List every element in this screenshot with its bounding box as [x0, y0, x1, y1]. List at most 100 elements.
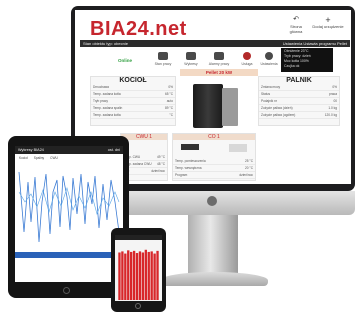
- tablet-home-button[interactable]: [63, 287, 70, 294]
- row-label: Temp. wewnętrzna: [175, 166, 202, 170]
- tablet-line-chart: [15, 162, 123, 262]
- row-value: dzień/noc: [151, 169, 165, 173]
- phone-bar: [141, 252, 145, 300]
- boiler-panel: KOCIOŁ Dmuchawa 0% Temp. zadana kotła 65 °…: [90, 76, 176, 126]
- back-arrow-icon: ↶: [293, 16, 299, 23]
- row-value: 49 °C: [156, 155, 165, 159]
- apple-logo-icon: [207, 196, 217, 206]
- row-value: 120.0 kg: [324, 113, 337, 117]
- info-line: Czujka ok: [284, 64, 300, 68]
- tile-label: Stan pracy: [154, 62, 172, 66]
- tile-work-state[interactable]: Stan pracy: [150, 50, 176, 70]
- row-label: Zużycie paliwa (dzień): [261, 106, 293, 110]
- boiler-row: Temp. zadana kotła 65 °C: [91, 91, 175, 98]
- row-value: praca: [329, 92, 337, 96]
- row-label: Tryb pracy: [93, 99, 108, 103]
- brand-logo: BIA24.net: [90, 18, 187, 40]
- row-value: 89 °C: [164, 106, 173, 110]
- row-label: Temp. pomieszczenia: [175, 159, 206, 163]
- add-device-button[interactable]: + Dodaj urządzenie: [312, 15, 344, 30]
- tablet-header-right: ost. dni: [107, 148, 120, 152]
- info-box: Obniżenie 23°C Tryb pracy: dzień Moc kot…: [281, 48, 333, 72]
- phone-bar: [153, 253, 156, 300]
- row-value: 0%: [332, 85, 337, 89]
- tile-label: Alarmy pracy: [208, 62, 230, 66]
- row-label: Dmuchawa: [93, 85, 109, 89]
- monitor-stand-neck: [188, 215, 238, 273]
- co-row: Temp. pomieszczenia 25 °C: [173, 158, 255, 165]
- flame-icon: [158, 52, 168, 60]
- tablet-screen: Wykresy BIA24 ost. dni Kocioł Spaliny CW…: [15, 146, 123, 282]
- legend-item: Spaliny: [33, 156, 45, 160]
- legend-item: CWU: [50, 156, 58, 160]
- row-value: 48 °C: [156, 162, 165, 166]
- radiator-icon: [229, 144, 247, 152]
- tile-label: Wykresy: [184, 62, 198, 66]
- phone-bar: [150, 251, 153, 300]
- monitor-stand-foot: [160, 272, 268, 286]
- co-row: Temp. wewnętrzna 20 °C: [173, 165, 255, 172]
- tablet-header-left: Wykresy BIA24: [18, 148, 44, 152]
- plus-icon: +: [325, 15, 331, 25]
- boiler-row: Temp. zadana spalin 89 °C: [91, 105, 175, 112]
- chart-bg: [15, 162, 123, 262]
- status-bar-left: Stan obiektu typ: obecnie: [83, 41, 128, 46]
- row-label: Podajnik nr: [261, 99, 277, 103]
- row-value: 0%: [168, 85, 173, 89]
- co-panel: CO 1 Temp. pomieszczenia 25 °C Temp. wewn…: [172, 133, 256, 181]
- phone-bar: [118, 252, 121, 300]
- burner-row: Podajnik nr 00: [259, 98, 339, 105]
- row-label: Status: [261, 92, 271, 96]
- row-label: Program: [175, 173, 188, 177]
- row-value: 00: [333, 99, 337, 103]
- tile-charts[interactable]: Wykresy: [178, 50, 204, 70]
- row-label: Temp. zadana spalin: [93, 106, 123, 110]
- phone-header: [115, 235, 162, 240]
- alarm-icon: [214, 52, 224, 60]
- status-bar: Stan obiektu typ: obecnie Ustawienia Ust…: [80, 40, 350, 47]
- co-title: CO 1: [173, 134, 255, 140]
- thermostat-icon: [181, 144, 199, 150]
- row-value: 1.0 kg: [328, 106, 337, 110]
- burner-row: Status praca: [259, 91, 339, 98]
- phone-bar: [124, 253, 127, 300]
- phone-bar: [127, 250, 130, 300]
- phone-bar: [147, 251, 150, 300]
- tablet-legend: Kocioł Spaliny CWU: [15, 154, 123, 162]
- boiler-image: [193, 84, 223, 128]
- burner-row: Zużycie paliwa (ogółem) 120.0 kg: [259, 112, 339, 119]
- phone-home-button[interactable]: [135, 303, 141, 309]
- pellet-label: Pellet 20 kW: [180, 69, 258, 76]
- row-value: auto: [166, 99, 173, 103]
- phone-bar: [132, 250, 136, 300]
- burner-title: PALNIK: [286, 77, 312, 84]
- row-value: dzień/noc: [239, 173, 253, 177]
- tile-alarms[interactable]: Alarmy pracy: [206, 50, 232, 70]
- row-value: °C: [169, 113, 173, 117]
- row-value: 20 °C: [244, 166, 253, 170]
- phone-bar: [144, 249, 147, 300]
- boiler-row: Tryb pracy auto: [91, 98, 175, 105]
- phone-bar-chart: [118, 249, 159, 300]
- row-value: 65 °C: [164, 92, 173, 96]
- boiler-row: Dmuchawa 0%: [91, 84, 175, 91]
- row-label: Temp. zadana kotła: [93, 92, 121, 96]
- chart-range-bar: [15, 252, 123, 258]
- phone-bar: [135, 253, 139, 300]
- phone-bar: [156, 250, 159, 300]
- burner-panel: PALNIK Zmiana mocy 0% Status praca Podajni…: [258, 76, 340, 126]
- row-label: Zmiana mocy: [261, 85, 281, 89]
- co-row: Program dzień/noc: [173, 172, 255, 179]
- boiler-title: KOCIOŁ: [119, 77, 147, 84]
- tablet-header: Wykresy BIA24 ost. dni: [15, 146, 123, 154]
- add-device-label: Dodaj urządzenie: [312, 24, 344, 29]
- tile-settings[interactable]: Ustawienia: [256, 50, 282, 70]
- phone-bar: [121, 251, 124, 300]
- home-button[interactable]: ↶ Strona główna: [284, 16, 308, 34]
- legend-item: Kocioł: [19, 156, 28, 160]
- boiler-row: Temp. zadana kotła °C: [91, 112, 175, 119]
- gear-icon: [265, 52, 273, 60]
- chart-icon: [186, 52, 196, 60]
- tile-label: Usługa: [241, 62, 253, 66]
- home-button-label: Strona główna: [289, 24, 303, 34]
